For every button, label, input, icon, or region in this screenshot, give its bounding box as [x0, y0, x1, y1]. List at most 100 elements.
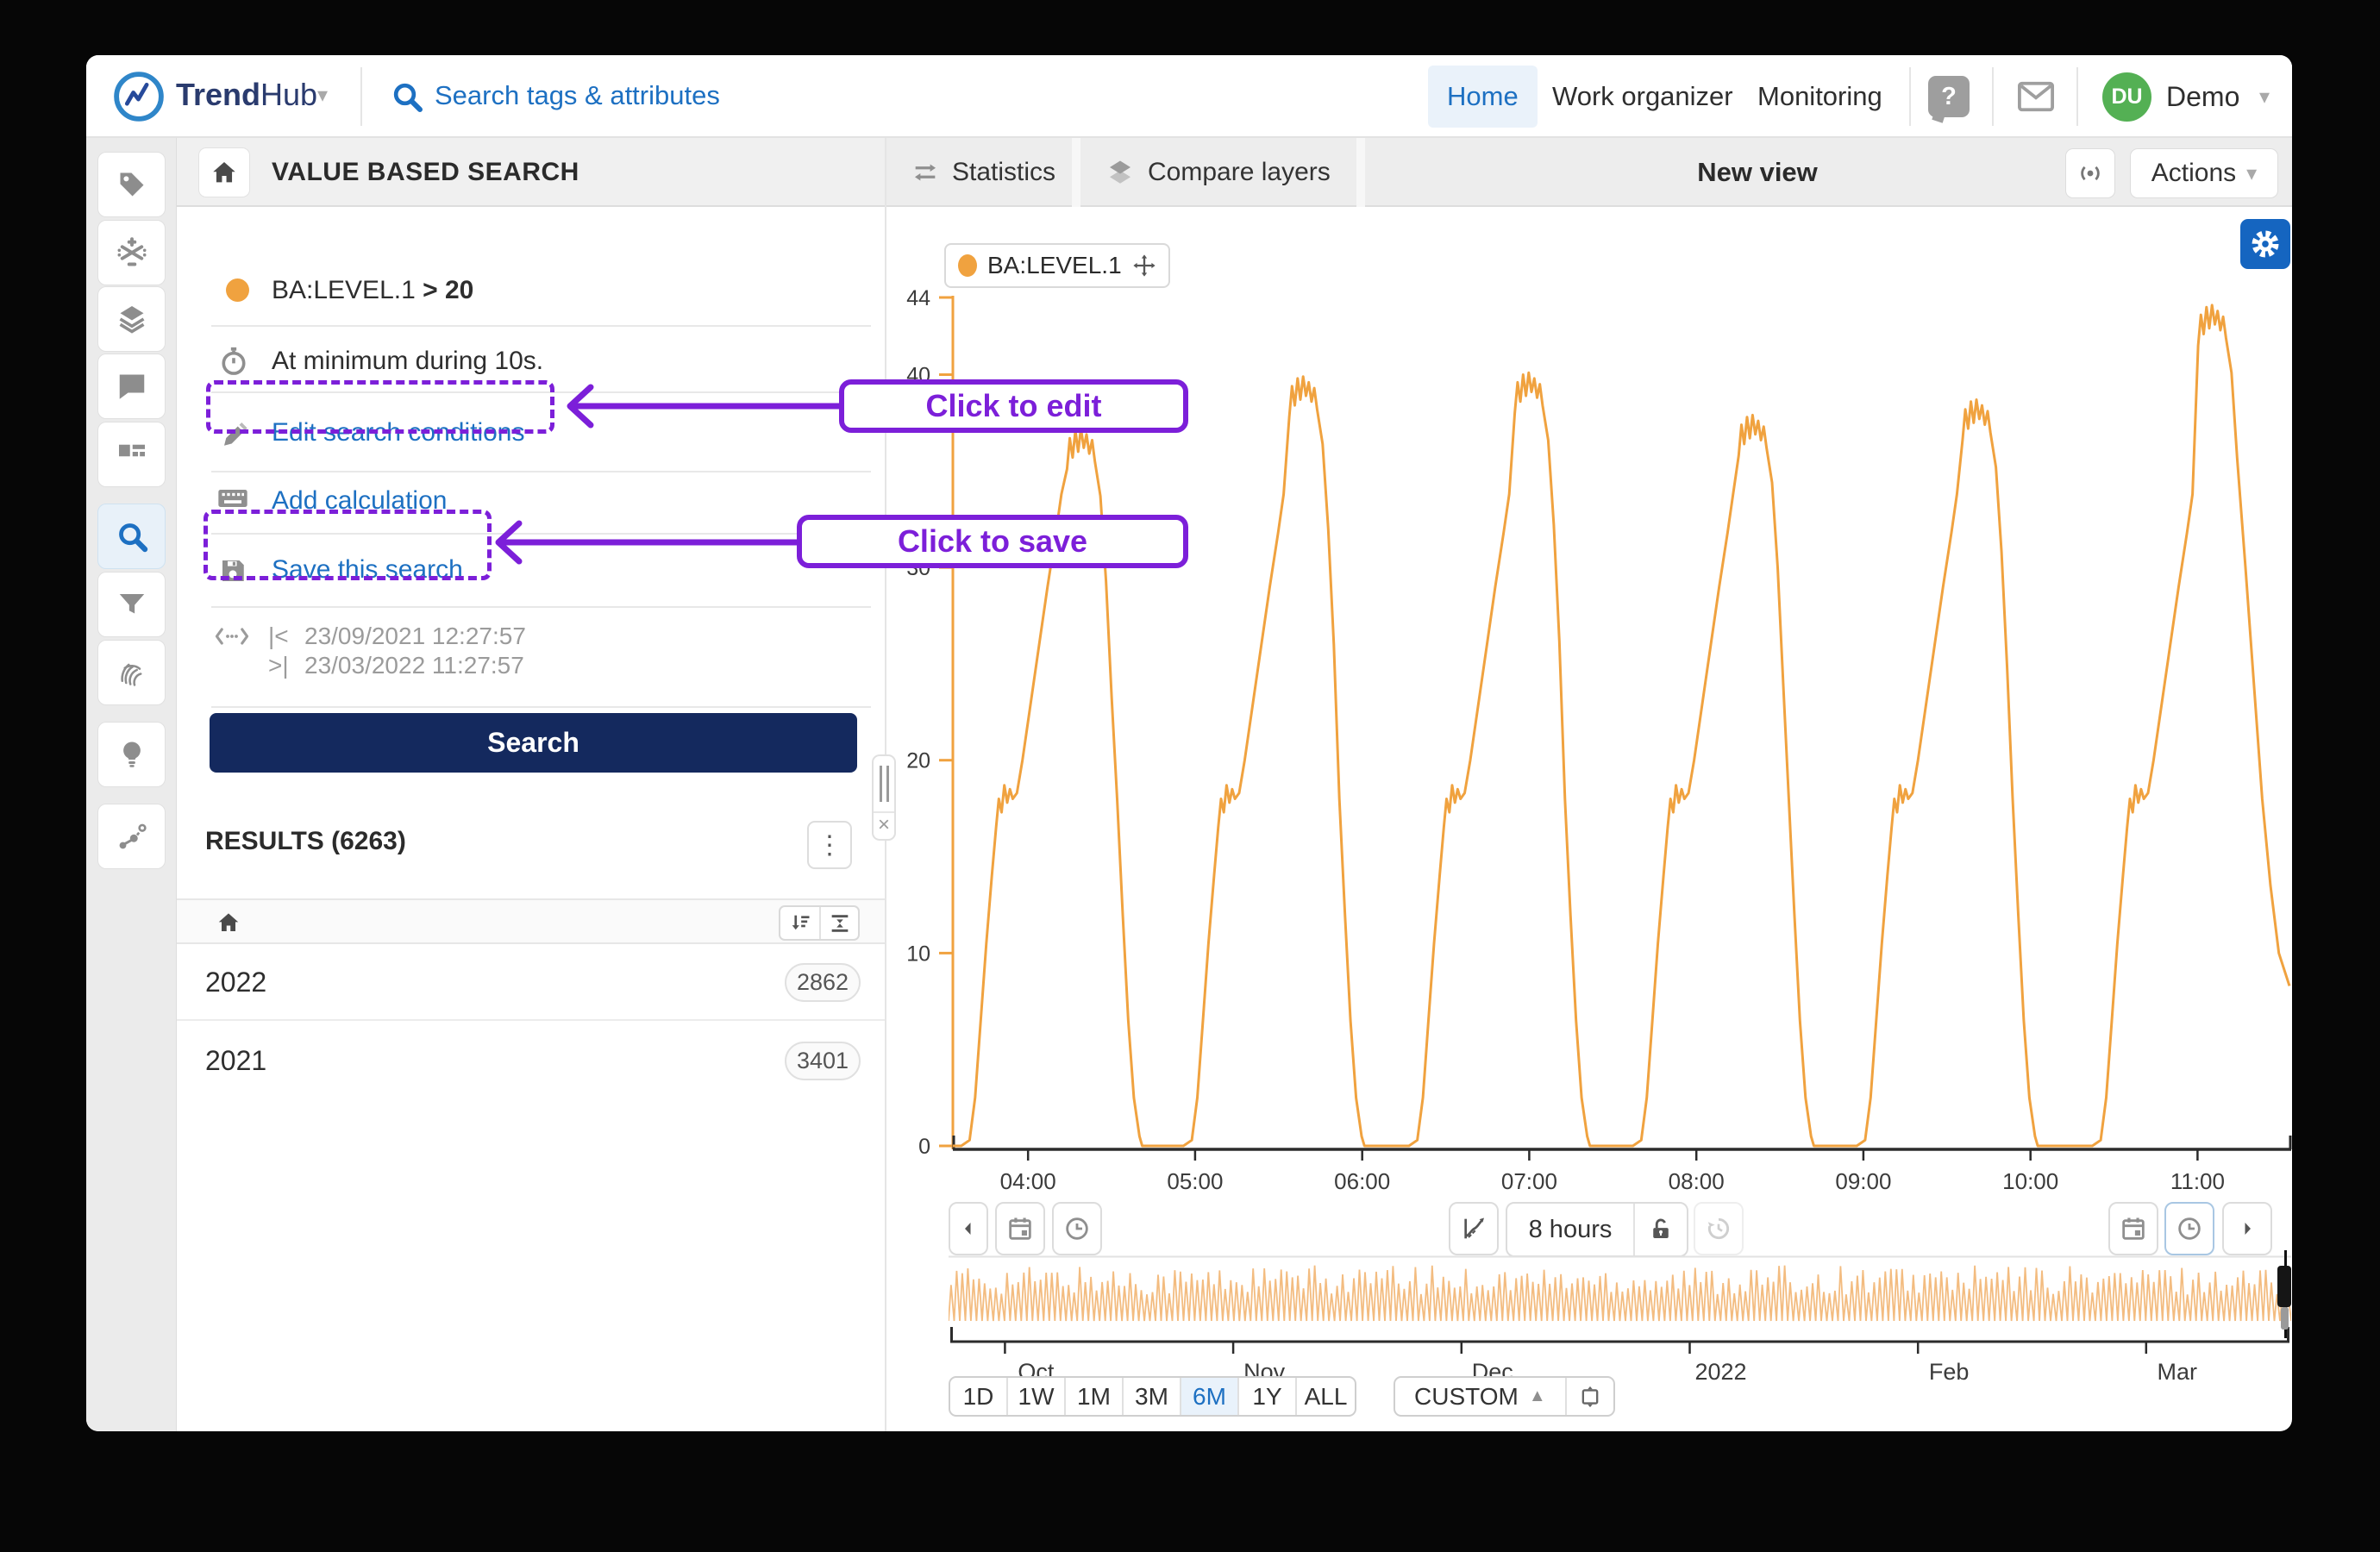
live-broadcast-button[interactable]	[2065, 148, 2115, 198]
screenshot-stage: TrendHub ▾ Search tags & attributes Home…	[0, 0, 2380, 1552]
search-condition[interactable]: BA:LEVEL.1 > 20	[272, 276, 473, 305]
panel-home-button[interactable]	[198, 147, 250, 197]
mail-icon[interactable]	[2016, 78, 2056, 119]
range-end-value[interactable]: 23/03/2022 11:27:57	[304, 652, 524, 679]
clock-start-button[interactable]	[1052, 1202, 1102, 1255]
series-color-dot	[958, 254, 977, 277]
divider	[211, 471, 871, 472]
divider	[1992, 67, 1994, 126]
rail-tag-icon[interactable]	[97, 152, 166, 217]
svg-text:07:00: 07:00	[1501, 1168, 1557, 1194]
range-preset-group: 1D 1W 1M 3M 6M 1Y ALL	[949, 1376, 1356, 1417]
statistics-label: Statistics	[952, 158, 1056, 186]
rail-search-icon[interactable]	[97, 504, 166, 569]
panel-header: VALUE BASED SEARCH	[177, 138, 886, 207]
actions-label: Actions	[2151, 159, 2237, 187]
chevron-up-icon: ▲	[1528, 1386, 1546, 1405]
custom-range-group: CUSTOM ▲	[1394, 1376, 1615, 1417]
duration-group: 8 hours	[1506, 1202, 1688, 1257]
chart-settings-gear-button[interactable]	[2240, 219, 2290, 269]
overview-strip[interactable]	[949, 1255, 2291, 1324]
left-icon-rail	[86, 138, 177, 1431]
statistics-button[interactable]: Statistics	[886, 138, 1080, 207]
divider	[1072, 138, 1080, 207]
range-start-value[interactable]: 23/09/2021 12:27:57	[304, 623, 526, 650]
rail-context-icon[interactable]	[97, 804, 166, 869]
range-1m[interactable]: 1M	[1066, 1378, 1124, 1415]
rail-layers-icon[interactable]	[97, 286, 166, 352]
result-row-2022[interactable]: 2022 2862	[177, 944, 886, 1021]
search-button[interactable]: Search	[210, 713, 857, 773]
panel-resize-handle: ×	[872, 754, 896, 841]
window-handle[interactable]	[2277, 1266, 2291, 1307]
range-1w[interactable]: 1W	[1008, 1378, 1066, 1415]
compare-layers-label: Compare layers	[1148, 158, 1331, 186]
result-row-2021[interactable]: 2021 3401	[177, 1023, 886, 1099]
divider	[211, 606, 871, 608]
stopwatch-icon	[217, 345, 250, 382]
results-kebab-menu-button[interactable]: ⋮	[807, 821, 852, 869]
svg-text:06:00: 06:00	[1334, 1168, 1390, 1194]
edit-search-conditions-link[interactable]: Edit search conditions	[272, 418, 525, 447]
range-start-icon: |<	[268, 623, 289, 649]
trend-chart[interactable]: 4440302010004:00 05:00 06:00 07:00 08:00 09:0…	[888, 207, 2292, 1224]
pan-right-button[interactable]	[2222, 1202, 2272, 1255]
range-6m[interactable]: 6M	[1181, 1378, 1239, 1415]
add-calculation-link[interactable]: Add calculation	[272, 486, 447, 516]
home-column-icon[interactable]	[216, 910, 241, 940]
chart-scale-button[interactable]	[1449, 1202, 1499, 1255]
help-button[interactable]: ?	[1928, 76, 1970, 117]
svg-text:44: 44	[906, 286, 930, 310]
custom-label: CUSTOM	[1414, 1382, 1519, 1410]
clock-end-button[interactable]	[2164, 1202, 2214, 1255]
duration-button[interactable]: 8 hours	[1507, 1204, 1633, 1255]
range-all[interactable]: ALL	[1297, 1378, 1355, 1415]
chart-header-bar: Statistics Compare layers New view Actio…	[886, 138, 2292, 207]
rail-dashboard-icon[interactable]	[97, 422, 166, 487]
result-year: 2021	[205, 1045, 267, 1076]
rail-calculations-icon[interactable]	[97, 220, 166, 285]
nav-monitoring[interactable]: Monitoring	[1757, 55, 1882, 138]
collapse-rows-icon[interactable]	[819, 907, 858, 939]
svg-text:2022: 2022	[1694, 1359, 1746, 1385]
click-to-edit-callout: Click to edit	[839, 379, 1188, 433]
range-1d[interactable]: 1D	[950, 1378, 1008, 1415]
lock-icon[interactable]	[1633, 1204, 1687, 1255]
range-1y[interactable]: 1Y	[1239, 1378, 1297, 1415]
user-menu[interactable]: Demo	[2166, 55, 2239, 138]
duration-text: At minimum during 10s.	[272, 347, 544, 375]
rail-fingerprint-icon[interactable]	[97, 640, 166, 705]
app-window: TrendHub ▾ Search tags & attributes Home…	[86, 55, 2292, 1431]
save-this-search-link[interactable]: Save this search	[272, 555, 463, 585]
svg-text:20: 20	[906, 749, 930, 773]
expand-icon[interactable]	[1564, 1378, 1613, 1415]
results-sort-group	[779, 905, 860, 941]
search-icon	[390, 79, 424, 118]
nav-home[interactable]: Home	[1428, 66, 1538, 128]
trendhub-logo-icon[interactable]	[112, 70, 166, 128]
brand-name: TrendHub	[176, 77, 318, 112]
compare-layers-button[interactable]: Compare layers	[1080, 138, 1355, 207]
search-input[interactable]: Search tags & attributes	[435, 80, 720, 111]
svg-text:09:00: 09:00	[1835, 1168, 1891, 1194]
sort-descending-icon[interactable]	[780, 907, 819, 939]
brand-chevron-down-icon[interactable]: ▾	[317, 83, 328, 108]
calendar-start-button[interactable]	[995, 1202, 1045, 1255]
range-3m[interactable]: 3M	[1124, 1378, 1181, 1415]
nav-work-organizer[interactable]: Work organizer	[1552, 55, 1733, 138]
pan-left-button[interactable]	[949, 1202, 988, 1255]
rail-comments-icon[interactable]	[97, 354, 166, 419]
user-chevron-down-icon[interactable]: ▾	[2259, 84, 2270, 110]
panel-close-button[interactable]: ×	[874, 813, 894, 837]
drag-handle[interactable]	[874, 756, 894, 813]
history-button[interactable]	[1694, 1202, 1744, 1255]
rail-filter-icon[interactable]	[97, 572, 166, 637]
calendar-end-button[interactable]	[2108, 1202, 2158, 1255]
actions-button[interactable]: Actions ▾	[2130, 148, 2278, 198]
avatar[interactable]: DU	[2102, 72, 2151, 122]
custom-range-button[interactable]: CUSTOM ▲	[1395, 1378, 1565, 1415]
move-icon[interactable]	[1132, 253, 1156, 278]
rail-recommendations-icon[interactable]	[97, 722, 166, 787]
series-legend-chip[interactable]: BA:LEVEL.1	[944, 243, 1170, 288]
window-handle-knob[interactable]	[2281, 1307, 2289, 1330]
